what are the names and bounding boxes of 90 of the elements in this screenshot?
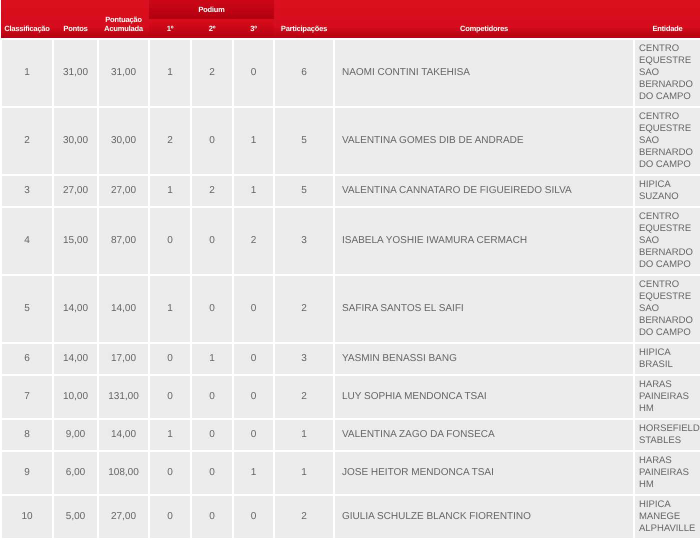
table-cell: 6,00 (53, 451, 98, 495)
table-cell: 14,00 (53, 343, 98, 375)
table-cell: 0 (233, 375, 274, 419)
table-cell: 0 (149, 451, 191, 495)
table-cell: HIPICA BRASIL (634, 343, 700, 375)
table-cell: 7 (1, 375, 53, 419)
table-cell: CENTRO EQUESTRE SAO BERNARDO DO CAMPO (634, 275, 700, 343)
table-cell: 8 (1, 419, 53, 451)
table-cell: 2 (233, 207, 274, 275)
table-cell: 0 (191, 275, 233, 343)
table-cell: VALENTINA CANNATARO DE FIGUEIREDO SILVA (334, 175, 634, 207)
table-cell: 0 (149, 207, 191, 275)
table-cell: 1 (149, 275, 191, 343)
table-cell: GIULIA SCHULZE BLANCK FIORENTINO (334, 495, 634, 539)
table-cell: 4 (1, 207, 53, 275)
table-cell: 3 (274, 207, 334, 275)
table-cell: 14,00 (53, 275, 98, 343)
table-cell: 0 (191, 375, 233, 419)
table-cell: 5 (274, 175, 334, 207)
table-cell: 1 (233, 107, 274, 175)
table-cell: CENTRO EQUESTRE SAO BERNARDO DO CAMPO (634, 107, 700, 175)
table-cell: 27,00 (98, 495, 149, 539)
table-cell: 0 (233, 343, 274, 375)
table-cell: 0 (149, 495, 191, 539)
table-cell: 0 (149, 375, 191, 419)
table-cell: HIPICA SUZANO (634, 175, 700, 207)
table-cell: 0 (191, 207, 233, 275)
table-cell: YASMIN BENASSI BANG (334, 343, 634, 375)
table-cell: 6 (1, 343, 53, 375)
table-cell: 17,00 (98, 343, 149, 375)
table-cell: VALENTINA GOMES DIB DE ANDRADE (334, 107, 634, 175)
table-cell: 9,00 (53, 419, 98, 451)
table-cell: JOSE HEITOR MENDONCA TSAI (334, 451, 634, 495)
table-cell: 0 (191, 107, 233, 175)
table-cell: 2 (1, 107, 53, 175)
table-cell: 1 (1, 39, 53, 107)
table-cell: HORSEFIELD STABLES (634, 419, 700, 451)
table-cell: 3 (274, 343, 334, 375)
table-cell: 30,00 (53, 107, 98, 175)
table-cell: 5 (1, 275, 53, 343)
table-cell: CENTRO EQUESTRE SAO BERNARDO DO CAMPO (634, 39, 700, 107)
table-cell: 2 (191, 39, 233, 107)
table-cell: 0 (191, 451, 233, 495)
table-cell: 1 (274, 451, 334, 495)
table-cell: 5 (274, 107, 334, 175)
table-cell: 5,00 (53, 495, 98, 539)
table-cell: 0 (191, 495, 233, 539)
table-cell: 2 (191, 175, 233, 207)
table-cell: 1 (149, 419, 191, 451)
table-cell: 1 (233, 175, 274, 207)
table-cell: 14,00 (98, 419, 149, 451)
table-cell: 1 (149, 175, 191, 207)
table-cell: LUY SOPHIA MENDONCA TSAI (334, 375, 634, 419)
table-cell: 0 (233, 275, 274, 343)
table-cell: 10,00 (53, 375, 98, 419)
table-cell: 0 (149, 343, 191, 375)
table-cell: 2 (274, 375, 334, 419)
table-cell: 30,00 (98, 107, 149, 175)
table-cell: VALENTINA ZAGO DA FONSECA (334, 419, 634, 451)
table-cell: 27,00 (98, 175, 149, 207)
table-cell: ISABELA YOSHIE IWAMURA CERMACH (334, 207, 634, 275)
table-cell: 27,00 (53, 175, 98, 207)
table-cell: 0 (233, 39, 274, 107)
table-cell: NAOMI CONTINI TAKEHISA (334, 39, 634, 107)
table-cell: 1 (149, 39, 191, 107)
table-cell: 2 (274, 275, 334, 343)
table-cell: 0 (191, 419, 233, 451)
table-cell: SAFIRA SANTOS EL SAIFI (334, 275, 634, 343)
table-cell: 0 (233, 495, 274, 539)
table-cell: 1 (233, 451, 274, 495)
table-cell: HARAS PAINEIRAS HM (634, 375, 700, 419)
table-cell: 131,00 (98, 375, 149, 419)
table-cell: 15,00 (53, 207, 98, 275)
table-cell: 2 (149, 107, 191, 175)
table-cell: 2 (274, 495, 334, 539)
table-cell: 3 (1, 175, 53, 207)
table-cell: HIPICA MANEGE ALPHAVILLE (634, 495, 700, 539)
table-cell: 87,00 (98, 207, 149, 275)
table-cell: 1 (274, 419, 334, 451)
table-cell: 31,00 (53, 39, 98, 107)
table-cell: 6 (274, 39, 334, 107)
table-cell: 108,00 (98, 451, 149, 495)
table-cell: 1 (191, 343, 233, 375)
table-cell: 31,00 (98, 39, 149, 107)
table-cell: CENTRO EQUESTRE SAO BERNARDO DO CAMPO (634, 207, 700, 275)
table-cell: 10 (1, 495, 53, 539)
table-cell: 0 (233, 419, 274, 451)
table-cell: 9 (1, 451, 53, 495)
table-cell: 14,00 (98, 275, 149, 343)
table-cell: HARAS PAINEIRAS HM (634, 451, 700, 495)
